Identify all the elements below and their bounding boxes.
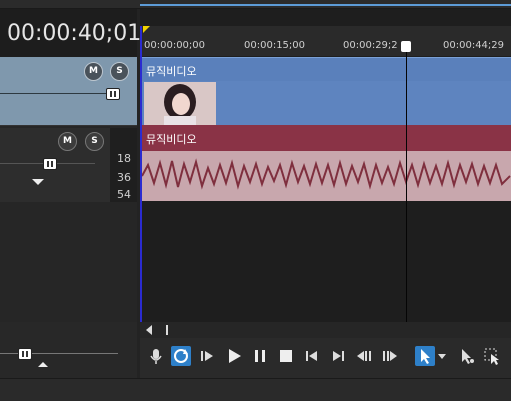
scroll-left-icon[interactable]: [146, 325, 152, 335]
scroll-thumb[interactable]: [166, 325, 168, 335]
ruler-mark: 00:00:00;00: [144, 40, 206, 51]
prev-marker-icon[interactable]: [354, 346, 374, 366]
top-accent-line: [140, 4, 511, 6]
playhead-handle[interactable]: [401, 41, 411, 52]
solo-button[interactable]: S: [85, 132, 104, 151]
thumbnail-image-icon: [144, 82, 216, 126]
audio-track-lane[interactable]: 뮤직비디오: [140, 125, 511, 201]
zoom-panel: [0, 322, 137, 378]
next-frame-icon[interactable]: [328, 346, 348, 366]
video-level-slider-track: [0, 93, 112, 94]
previous-frame-icon[interactable]: [302, 346, 322, 366]
playhead-line[interactable]: [406, 44, 407, 322]
zoom-slider-handle[interactable]: [18, 348, 32, 360]
volume-slider-handle[interactable]: [43, 158, 57, 170]
meter-label: 54: [117, 188, 131, 201]
play-from-start-icon[interactable]: [197, 346, 217, 366]
status-bar: [0, 378, 511, 401]
chevron-down-icon[interactable]: [437, 346, 447, 366]
normal-edit-tool-icon[interactable]: [415, 346, 435, 366]
video-track-header[interactable]: M S: [0, 57, 137, 126]
zoom-indicator-icon[interactable]: [38, 362, 48, 367]
mute-button[interactable]: M: [84, 62, 103, 81]
timeline-left-border: [140, 26, 142, 322]
selection-tool-icon[interactable]: [482, 346, 502, 366]
meter-label: 18: [117, 152, 131, 165]
play-icon[interactable]: [224, 346, 244, 366]
ruler-mark: 00:00:29;2: [343, 40, 398, 51]
timeline-scrollbar[interactable]: [140, 322, 511, 338]
audio-clip-label: 뮤직비디오: [146, 133, 197, 146]
timecode-panel: 00:00:40;01: [0, 9, 141, 57]
top-strip: [0, 0, 511, 9]
ruler-mark: 00:00:44;29: [443, 40, 505, 51]
solo-button[interactable]: S: [110, 62, 129, 81]
video-clip-label: 뮤직비디오: [146, 65, 197, 78]
pause-icon[interactable]: [250, 346, 270, 366]
microphone-icon[interactable]: [146, 346, 166, 366]
time-ruler[interactable]: 00:00:00;00 00:00:15;00 00:00:29;2 00:00…: [140, 26, 511, 56]
envelope-tool-icon[interactable]: [456, 346, 476, 366]
transport-toolbar: [140, 338, 511, 378]
video-track-lane[interactable]: 뮤직비디오: [140, 57, 511, 126]
audio-track-header[interactable]: M S 18 36 54: [0, 128, 137, 202]
video-thumbnail: [144, 82, 216, 126]
stop-icon[interactable]: [276, 346, 296, 366]
meter-label: 36: [117, 171, 131, 184]
pan-indicator-icon[interactable]: [32, 179, 44, 185]
timecode-display: 00:00:40;01: [7, 21, 142, 46]
mute-button[interactable]: M: [58, 132, 77, 151]
audio-meter: 18 36 54: [110, 128, 137, 202]
next-marker-icon[interactable]: [380, 346, 400, 366]
loop-icon[interactable]: [171, 346, 191, 366]
audio-waveform: [141, 158, 511, 190]
loop-region-marker[interactable]: [143, 26, 150, 33]
ruler-mark: 00:00:15;00: [244, 40, 306, 51]
video-level-slider-handle[interactable]: [106, 88, 120, 100]
